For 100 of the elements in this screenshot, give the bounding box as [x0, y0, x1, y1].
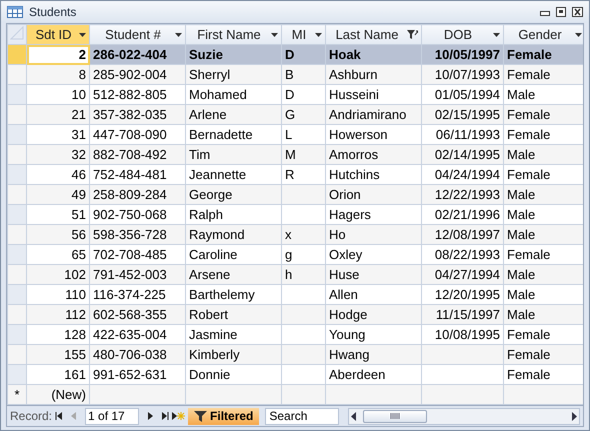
dropdown-arrow-icon[interactable]: [315, 32, 322, 36]
table-cell: Arlene: [186, 104, 282, 124]
row-selector[interactable]: [8, 284, 26, 304]
table-cell: Orion: [326, 184, 422, 204]
table-cell: 12/08/1997: [422, 224, 504, 244]
table-cell: Female: [504, 44, 583, 64]
minimize-icon[interactable]: [540, 8, 550, 16]
table-cell: Robert: [186, 304, 282, 324]
table-cell: 04/27/1994: [422, 264, 504, 284]
table-cell: Arsene: [186, 264, 282, 284]
table-cell: Male: [504, 224, 583, 244]
column-header[interactable]: MI: [282, 24, 326, 44]
table-cell: Hoak: [326, 44, 422, 64]
table-cell: 49: [26, 184, 90, 204]
table-cell: 56: [26, 224, 90, 244]
table-cell: 285-902-004: [90, 64, 186, 84]
table-cell: 112: [26, 304, 90, 324]
table-cell: B: [282, 64, 326, 84]
new-record-cell[interactable]: (New): [26, 384, 90, 404]
close-icon[interactable]: [572, 7, 583, 17]
table-cell: [282, 344, 326, 364]
record-position-field[interactable]: 1 of 17: [85, 408, 140, 424]
row-selector[interactable]: [8, 104, 26, 124]
dropdown-arrow-icon[interactable]: [271, 32, 278, 36]
dropdown-arrow-icon[interactable]: [175, 32, 182, 36]
table-cell: Andriamirano: [326, 104, 422, 124]
window-title: Students: [29, 5, 76, 19]
row-selector[interactable]: [8, 244, 26, 264]
table-cell: Male: [504, 264, 583, 284]
table-cell: Tim: [186, 144, 282, 164]
new-record-icon[interactable]: [172, 412, 186, 420]
table-cell: 286-022-404: [90, 44, 186, 64]
scroll-right-icon[interactable]: [569, 410, 579, 422]
row-selector[interactable]: [8, 184, 26, 204]
restore-icon[interactable]: [556, 7, 566, 17]
filter-toggle-button[interactable]: Filtered: [188, 408, 260, 424]
table-cell: 258-809-284: [90, 184, 186, 204]
table-cell: Kimberly: [186, 344, 282, 364]
dropdown-arrow-icon[interactable]: [79, 32, 86, 36]
table-cell: Male: [504, 184, 583, 204]
table-cell: 357-382-035: [90, 104, 186, 124]
column-header[interactable]: Last Name: [326, 24, 422, 44]
filter-icon[interactable]: [407, 30, 418, 40]
table-cell: 8: [26, 64, 90, 84]
table-cell: Hodge: [326, 304, 422, 324]
table-cell: 155: [26, 344, 90, 364]
table-cell: 480-706-038: [90, 344, 186, 364]
table-cell: Suzie: [186, 44, 282, 64]
table-cell: Sherryl: [186, 64, 282, 84]
row-selector[interactable]: [8, 144, 26, 164]
record-label: Record:: [10, 409, 52, 423]
table-cell: 598-356-728: [90, 224, 186, 244]
column-header[interactable]: Student #: [90, 24, 186, 44]
table-icon: [7, 6, 23, 18]
previous-record-icon[interactable]: [70, 412, 78, 420]
table-cell: Female: [504, 104, 583, 124]
table-cell: Ho: [326, 224, 422, 244]
table-cell: 10/07/1993: [422, 64, 504, 84]
next-record-icon[interactable]: [146, 412, 154, 420]
table-cell: Ashburn: [326, 64, 422, 84]
table-cell: Hwang: [326, 344, 422, 364]
row-selector[interactable]: [8, 304, 26, 324]
table-cell: 12/22/1993: [422, 184, 504, 204]
new-record-marker[interactable]: *: [8, 384, 26, 404]
table-cell: Raymond: [186, 224, 282, 244]
table-cell: George: [186, 184, 282, 204]
table-cell: x: [282, 224, 326, 244]
table-cell: Female: [504, 64, 583, 84]
table-cell: [282, 304, 326, 324]
row-selector[interactable]: [8, 44, 26, 64]
row-selector[interactable]: [8, 224, 26, 244]
search-field[interactable]: Search: [265, 408, 340, 424]
row-selector[interactable]: [8, 364, 26, 384]
table-cell: 02/15/1995: [422, 104, 504, 124]
table-cell: D: [282, 44, 326, 64]
select-all-corner[interactable]: [8, 24, 26, 44]
column-header[interactable]: DOB: [422, 24, 504, 44]
row-selector[interactable]: [8, 204, 26, 224]
row-selector[interactable]: [8, 124, 26, 144]
column-header[interactable]: First Name: [186, 24, 282, 44]
row-selector[interactable]: [8, 164, 26, 184]
table-cell: 32: [26, 144, 90, 164]
row-selector[interactable]: [8, 344, 26, 364]
row-selector[interactable]: [8, 64, 26, 84]
row-selector[interactable]: [8, 84, 26, 104]
table-cell: [282, 184, 326, 204]
table-cell: 2: [26, 44, 90, 64]
dropdown-arrow-icon[interactable]: [493, 32, 500, 36]
row-selector[interactable]: [8, 324, 26, 344]
first-record-icon[interactable]: [55, 412, 64, 420]
column-header[interactable]: Gender: [504, 24, 583, 44]
table-cell: 882-708-492: [90, 144, 186, 164]
horizontal-scrollbar[interactable]: [348, 408, 580, 424]
table-cell: 21: [26, 104, 90, 124]
filter-icon: [194, 410, 208, 422]
table-cell: Huse: [326, 264, 422, 284]
column-header[interactable]: Sdt ID: [26, 24, 90, 44]
row-selector[interactable]: [8, 264, 26, 284]
last-record-icon[interactable]: [161, 412, 170, 420]
dropdown-arrow-icon[interactable]: [575, 32, 582, 36]
